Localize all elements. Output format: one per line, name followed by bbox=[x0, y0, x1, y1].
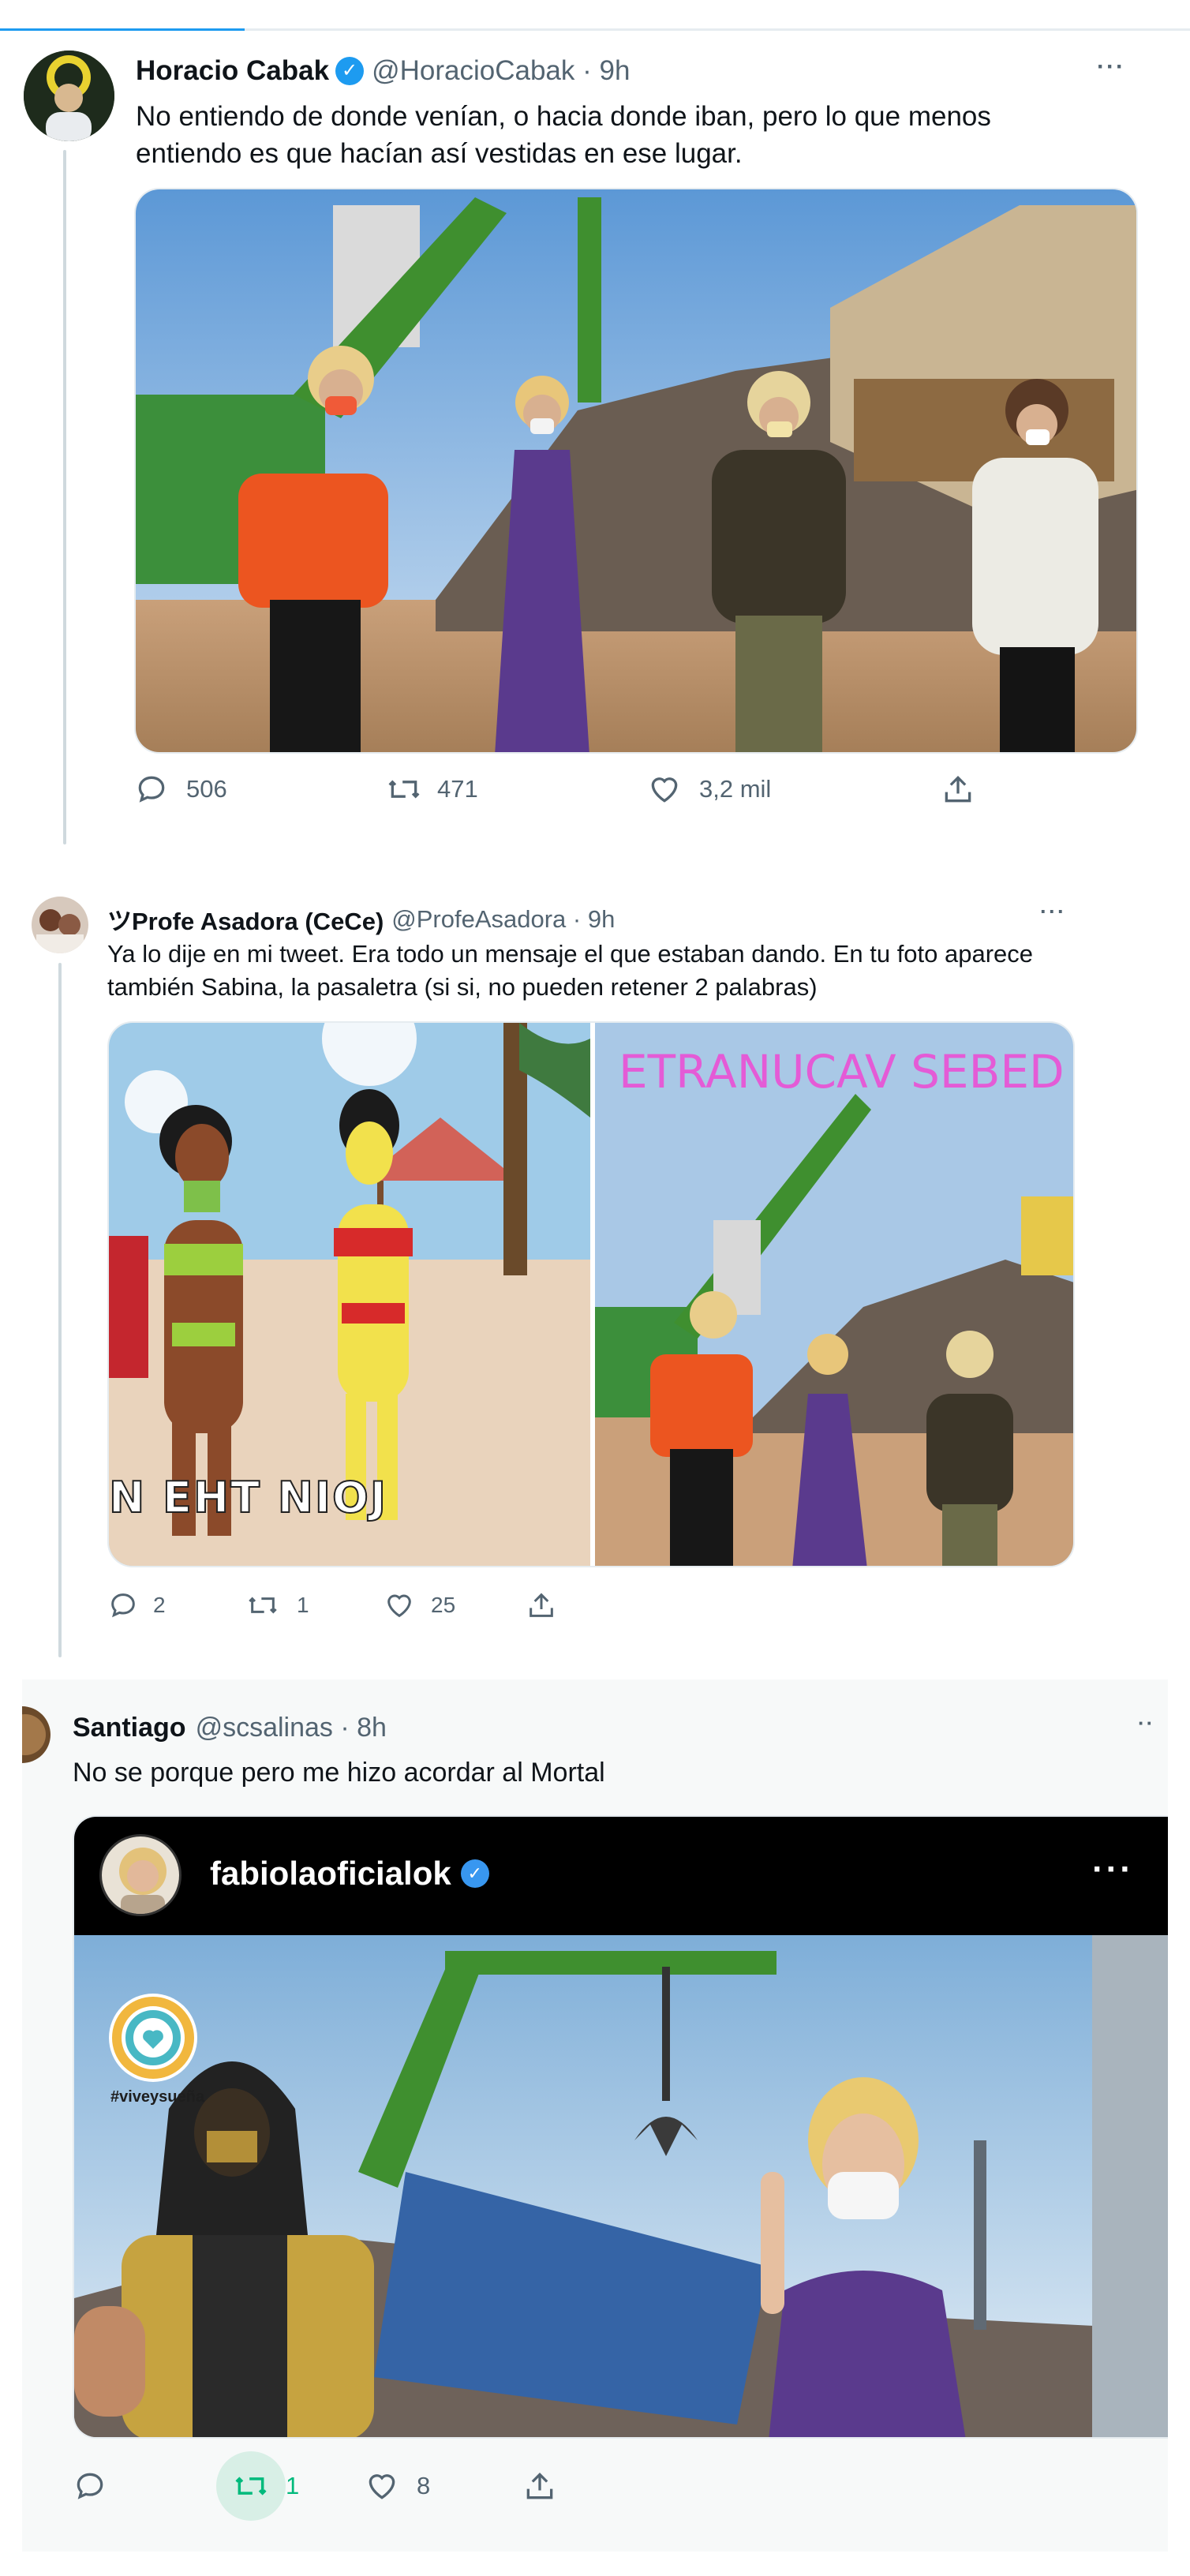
like-count: 8 bbox=[417, 2472, 431, 2499]
verified-icon: ✓ bbox=[335, 57, 365, 85]
tweet-media-grid: N EHT NIOJ ETRANUCAV SEBED bbox=[107, 1021, 1075, 1567]
more-icon: ··· bbox=[1092, 1850, 1134, 1889]
more-icon[interactable]: ·· bbox=[1138, 1711, 1154, 1735]
image-caption-right: ETRANUCAV SEBED bbox=[619, 1045, 1065, 1099]
retweet-icon bbox=[388, 780, 420, 799]
share-icon bbox=[530, 1593, 553, 1617]
author-handle[interactable]: @HoracioCabak · 9h bbox=[372, 55, 630, 87]
tweet-header: ツProfe Asadora (CeCe) @ProfeAsadora · 9h bbox=[107, 901, 615, 937]
tweet-header: Horacio Cabak ✓ @HoracioCabak · 9h bbox=[136, 55, 630, 87]
more-icon[interactable]: ··· bbox=[1040, 900, 1066, 924]
like-icon bbox=[387, 1594, 411, 1618]
tweet-photo-left[interactable]: N EHT NIOJ bbox=[109, 1023, 590, 1566]
retweet-button[interactable]: 471 bbox=[385, 772, 647, 807]
reply-count: 2 bbox=[153, 1593, 166, 1617]
embedded-photo-tag: #viveysueña bbox=[110, 2088, 204, 2106]
reply-button[interactable] bbox=[73, 2469, 216, 2503]
tweet-text: No se porque pero me hizo acordar al Mor… bbox=[73, 1758, 605, 1788]
tweet-text: Ya lo dije en mi tweet. Era todo un mens… bbox=[107, 940, 1034, 1001]
retweet-button[interactable]: 1 bbox=[245, 1589, 384, 1621]
reply-icon bbox=[77, 2473, 103, 2499]
like-button[interactable]: 3,2 mil bbox=[647, 772, 941, 807]
reply-button[interactable]: 506 bbox=[134, 772, 385, 807]
retweet-icon bbox=[249, 1597, 277, 1614]
like-count: 3,2 mil bbox=[699, 775, 772, 803]
avatar[interactable] bbox=[24, 51, 114, 141]
avatar[interactable] bbox=[32, 897, 88, 953]
retweet-count: 1 bbox=[286, 2472, 300, 2499]
retweet-button[interactable]: 1 bbox=[216, 2451, 365, 2521]
verified-icon: ✓ bbox=[460, 1859, 489, 1888]
embedded-post-header: fabiolaoficialok ✓ ··· bbox=[74, 1817, 1168, 1935]
tweet-text: No entiendo de donde venían, o hacia don… bbox=[136, 101, 991, 170]
retweet-icon-highlight bbox=[216, 2451, 286, 2521]
more-icon[interactable]: ··· bbox=[1097, 54, 1125, 80]
author-name[interactable]: Horacio Cabak bbox=[136, 55, 329, 87]
author-handle[interactable]: @ProfeAsadora · 9h bbox=[391, 905, 615, 934]
like-icon bbox=[651, 777, 678, 803]
tweet-actions: 2 1 25 bbox=[107, 1589, 557, 1621]
like-button[interactable]: 8 bbox=[365, 2469, 522, 2503]
image-caption-left: N EHT NIOJ bbox=[109, 1472, 387, 1523]
tweet-actions: 1 8 bbox=[73, 2451, 557, 2521]
share-icon bbox=[526, 2472, 553, 2499]
like-count: 25 bbox=[431, 1593, 456, 1617]
reply-icon bbox=[111, 1593, 135, 1618]
embedded-photo: #viveysueña bbox=[74, 1935, 1168, 2437]
share-button[interactable] bbox=[941, 772, 975, 807]
retweet-count: 1 bbox=[297, 1593, 309, 1617]
tweet-photo[interactable] bbox=[134, 188, 1138, 754]
author-name[interactable]: ツProfe Asadora (CeCe) bbox=[107, 901, 384, 937]
tab-indicator-active bbox=[0, 28, 245, 31]
embedded-avatar bbox=[99, 1834, 181, 1916]
author-name[interactable]: Santiago bbox=[73, 1713, 186, 1743]
tweet-header: Santiago @scsalinas · 8h bbox=[73, 1713, 387, 1743]
like-button[interactable]: 25 bbox=[384, 1589, 526, 1621]
tab-indicator-track bbox=[0, 28, 1190, 31]
retweet-icon bbox=[235, 2477, 267, 2496]
embedded-post-image[interactable]: fabiolaoficialok ✓ ··· #viveysueña bbox=[73, 1815, 1168, 2439]
retweet-count: 471 bbox=[437, 775, 478, 803]
reply-icon bbox=[138, 776, 165, 803]
share-button[interactable] bbox=[522, 2469, 557, 2503]
thread-line bbox=[58, 963, 62, 1657]
tweet-photo-right[interactable]: ETRANUCAV SEBED bbox=[595, 1023, 1073, 1566]
reply-count: 506 bbox=[186, 775, 227, 803]
embedded-username: fabiolaoficialok ✓ bbox=[210, 1855, 489, 1893]
like-icon bbox=[369, 2474, 395, 2499]
thread-line bbox=[63, 150, 66, 844]
reply-button[interactable]: 2 bbox=[107, 1589, 245, 1621]
share-icon bbox=[945, 775, 971, 803]
share-button[interactable] bbox=[526, 1589, 557, 1621]
author-handle[interactable]: @scsalinas · 8h bbox=[196, 1713, 387, 1743]
tweet-actions: 506 471 3,2 mil bbox=[134, 772, 975, 807]
embedded-username-text: fabiolaoficialok bbox=[210, 1855, 451, 1892]
